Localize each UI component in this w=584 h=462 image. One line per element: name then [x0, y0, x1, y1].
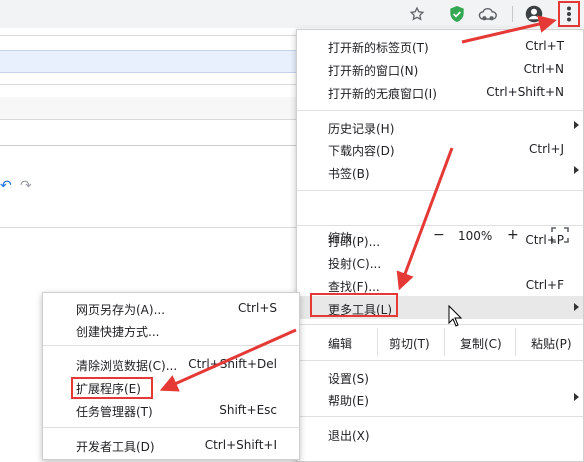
toolbar-separator: [512, 6, 513, 22]
menu-item-label: 下载内容(D): [328, 144, 395, 158]
menu-item-print[interactable]: 打印(P)... Ctrl+P: [297, 229, 583, 251]
menu-item-label: 任务管理器(T): [76, 405, 153, 419]
menu-item-downloads[interactable]: 下载内容(D) Ctrl+J: [297, 138, 583, 160]
more-tools-highlight: [310, 293, 398, 317]
page-divider: [0, 35, 300, 36]
menu-item-label: 创建快捷方式...: [76, 325, 160, 339]
submenu-arrow-icon: [574, 166, 579, 174]
edit-row: 编辑 剪切(T) 复制(C) 粘贴(P): [297, 328, 583, 356]
submenu-item-clear-data[interactable]: 清除浏览数据(C)... Ctrl+Shift+Del: [43, 353, 299, 375]
page-highlight-row: [0, 50, 300, 73]
menu-item-exit[interactable]: 退出(X): [297, 423, 583, 445]
shortcut-text: Ctrl+S: [237, 301, 277, 315]
page-divider: [0, 145, 300, 146]
menu-item-label: 设置(S): [328, 372, 369, 386]
menu-item-label: 历史记录(H): [328, 122, 395, 136]
shortcut-text: Ctrl+N: [523, 62, 564, 76]
submenu-item-save-page[interactable]: 网页另存为(A)... Ctrl+S: [43, 297, 299, 319]
shortcut-text: Ctrl+T: [525, 39, 564, 53]
more-tools-submenu: 网页另存为(A)... Ctrl+S 创建快捷方式... 清除浏览数据(C)..…: [42, 292, 300, 460]
menu-item-bookmarks[interactable]: 书签(B): [297, 161, 583, 183]
menu-item-incognito[interactable]: 打开新的无痕窗口(I) Ctrl+Shift+N: [297, 81, 583, 103]
menu-item-label: 网页另存为(A)...: [76, 303, 166, 317]
menu-item-label: 打印(P)...: [328, 235, 381, 249]
menu-item-label: 打开新的标签页(T): [328, 41, 429, 55]
copy-button[interactable]: 复制(C): [460, 335, 502, 352]
shield-check-icon[interactable]: [447, 4, 467, 24]
star-icon[interactable]: [407, 4, 427, 24]
browser-toolbar: [0, 0, 584, 28]
menu-item-label: 投射(C)...: [328, 257, 382, 271]
page-divider: [0, 119, 300, 120]
submenu-item-create-shortcut[interactable]: 创建快捷方式...: [43, 319, 299, 341]
shortcut-text: Ctrl+P: [525, 233, 564, 247]
menu-item-history[interactable]: 历史记录(H): [297, 116, 583, 138]
edit-divider: [377, 328, 378, 356]
undo-icon[interactable]: ↶: [0, 178, 12, 194]
menu-separator: [297, 360, 583, 361]
shortcut-text: Shift+Esc: [219, 403, 277, 417]
menu-item-label: 退出(X): [328, 429, 370, 443]
cut-button[interactable]: 剪切(T): [389, 335, 430, 352]
menu-item-label: 打开新的无痕窗口(I): [328, 87, 437, 101]
menu-separator: [297, 324, 583, 325]
menu-item-cast[interactable]: 投射(C)...: [297, 251, 583, 273]
page-divider: [0, 84, 300, 85]
submenu-arrow-icon: [574, 121, 579, 129]
shortcut-text: Ctrl+Shift+Del: [188, 357, 277, 371]
menu-item-label: 书签(B): [328, 167, 370, 181]
menu-separator: [297, 190, 583, 191]
menu-item-label: 开发者工具(D): [76, 440, 155, 454]
menu-item-label: 帮助(E): [328, 394, 369, 408]
menu-separator: [297, 225, 583, 226]
edit-divider: [515, 328, 516, 356]
extension-cloud-icon[interactable]: [478, 4, 498, 24]
edit-label: 编辑: [328, 337, 353, 351]
menu-separator: [43, 427, 299, 428]
page-divider: [0, 227, 300, 228]
extensions-highlight: [71, 377, 153, 399]
account-icon[interactable]: [524, 4, 544, 24]
shortcut-text: Ctrl+J: [529, 142, 564, 156]
menu-item-new-tab[interactable]: 打开新的标签页(T) Ctrl+T: [297, 35, 583, 57]
menu-item-settings[interactable]: 设置(S): [297, 366, 583, 388]
submenu-item-task-manager[interactable]: 任务管理器(T) Shift+Esc: [43, 399, 299, 421]
shortcut-text: Ctrl+Shift+N: [486, 85, 564, 99]
menu-item-label: 打开新的窗口(N): [328, 64, 419, 78]
submenu-arrow-icon: [574, 303, 579, 311]
menu-item-help[interactable]: 帮助(E): [297, 388, 583, 410]
menu-button-highlight: [558, 1, 580, 27]
submenu-item-dev-tools[interactable]: 开发者工具(D) Ctrl+Shift+I: [43, 434, 299, 456]
menu-separator: [297, 110, 583, 111]
menu-item-label: 清除浏览数据(C)...: [76, 359, 178, 373]
menu-item-new-window[interactable]: 打开新的窗口(N) Ctrl+N: [297, 58, 583, 80]
shortcut-text: Ctrl+F: [525, 278, 564, 292]
edit-divider: [444, 328, 445, 356]
paste-button[interactable]: 粘贴(P): [531, 335, 572, 352]
shortcut-text: Ctrl+Shift+I: [204, 438, 277, 452]
chrome-main-menu: 打开新的标签页(T) Ctrl+T 打开新的窗口(N) Ctrl+N 打开新的无…: [296, 29, 584, 462]
submenu-arrow-icon: [574, 393, 579, 401]
page-row: [0, 97, 300, 119]
menu-separator: [297, 416, 583, 417]
redo-icon[interactable]: ↷: [20, 178, 32, 194]
menu-separator: [43, 345, 299, 346]
